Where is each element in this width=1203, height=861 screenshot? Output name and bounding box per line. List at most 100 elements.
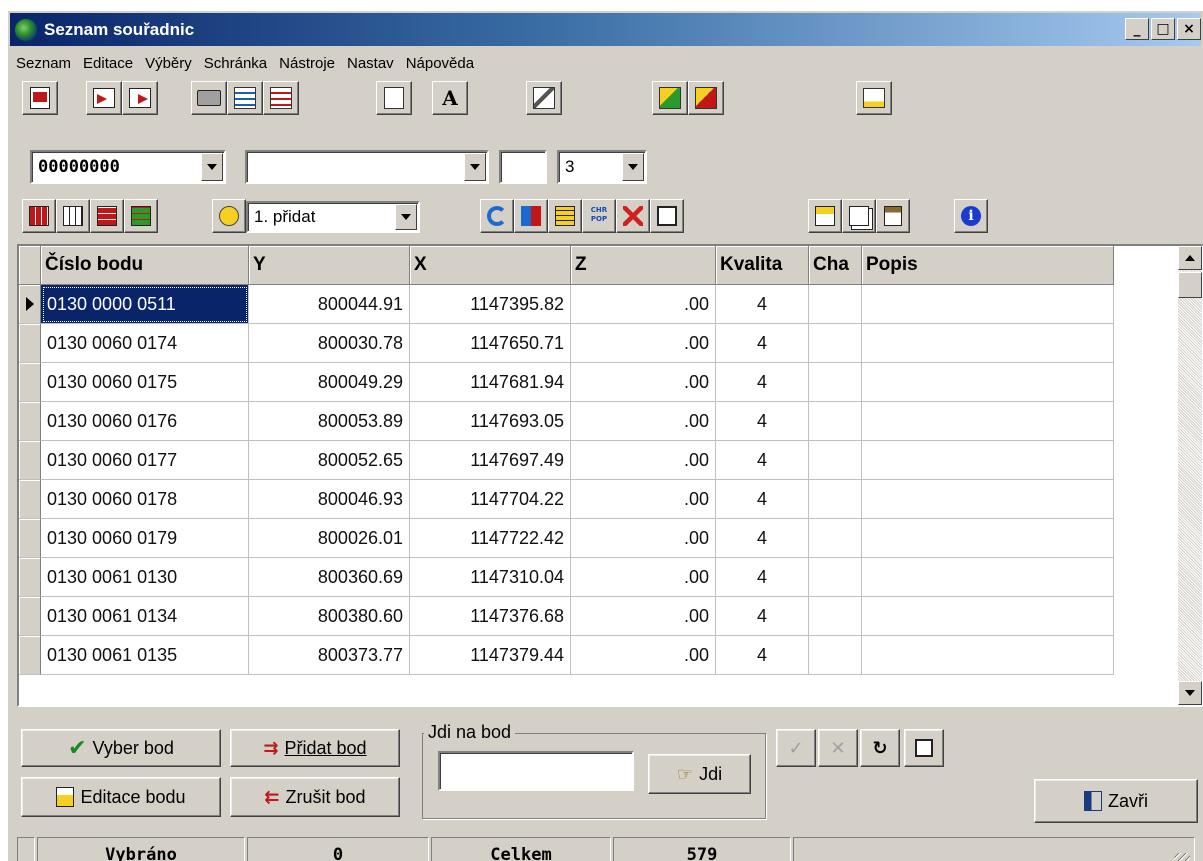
cell-x[interactable]: 1147379.44: [410, 636, 571, 675]
cell-cislo-bodu[interactable]: 0130 0061 0135: [41, 636, 249, 675]
cell-cislo-bodu[interactable]: 0130 0060 0179: [41, 519, 249, 558]
cell-x[interactable]: 1147310.04: [410, 558, 571, 597]
row-indicator[interactable]: [19, 324, 41, 363]
col-header-x[interactable]: X: [410, 246, 571, 285]
cell-y[interactable]: 800044.91: [249, 285, 410, 324]
tools-button[interactable]: [526, 81, 562, 115]
count-button[interactable]: [650, 199, 684, 233]
menu-napoveda[interactable]: Nápověda: [400, 55, 480, 72]
cell-z[interactable]: .00: [571, 480, 716, 519]
cell-y[interactable]: 800373.77: [249, 636, 410, 675]
vertical-scrollbar[interactable]: [1178, 246, 1202, 705]
resize-grip[interactable]: [1174, 853, 1190, 861]
cell-x[interactable]: 1147650.71: [410, 324, 571, 363]
cell-cha[interactable]: [809, 480, 862, 519]
info-button[interactable]: i: [954, 199, 988, 233]
cell-z[interactable]: .00: [571, 324, 716, 363]
copy-special-button[interactable]: [808, 199, 842, 233]
row-indicator[interactable]: [19, 285, 41, 324]
cell-z[interactable]: .00: [571, 558, 716, 597]
cell-y[interactable]: 800053.89: [249, 402, 410, 441]
row-indicator[interactable]: [19, 636, 41, 675]
quality-combo[interactable]: 3: [557, 150, 647, 184]
graph-button[interactable]: [856, 81, 892, 115]
mode-combo[interactable]: 1. přidat: [246, 201, 420, 233]
menu-vybery[interactable]: Výběry: [139, 55, 198, 72]
cell-cislo-bodu[interactable]: 0130 0000 0511: [41, 285, 249, 324]
cell-x[interactable]: 1147697.49: [410, 441, 571, 480]
col-header-cislo-bodu[interactable]: Číslo bodu: [41, 246, 249, 285]
table-row[interactable]: 0130 0000 0511 800044.91 1147395.82.00 4: [19, 285, 1114, 324]
cell-z[interactable]: .00: [571, 597, 716, 636]
sort-up-button[interactable]: [227, 81, 263, 115]
paste-button[interactable]: [876, 199, 910, 233]
title-bar[interactable]: Seznam souřadnic _ □ ×: [10, 13, 1201, 46]
cell-popis[interactable]: [862, 363, 1114, 402]
cell-x[interactable]: 1147376.68: [410, 597, 571, 636]
cell-cha[interactable]: [809, 285, 862, 324]
cell-y[interactable]: 800026.01: [249, 519, 410, 558]
point-number-combo[interactable]: 00000000: [30, 150, 226, 184]
col-header-kvalita[interactable]: Kvalita: [716, 246, 809, 285]
cell-cislo-bodu[interactable]: 0130 0060 0178: [41, 480, 249, 519]
copy-button[interactable]: [842, 199, 876, 233]
filter-combo[interactable]: [245, 150, 489, 184]
row-indicator[interactable]: [19, 597, 41, 636]
grid-view-4-button[interactable]: [124, 199, 158, 233]
close-button[interactable]: ×: [1177, 18, 1201, 40]
refresh-button[interactable]: [480, 199, 514, 233]
close-window-button[interactable]: Zavři: [1034, 779, 1198, 823]
cell-y[interactable]: 800052.65: [249, 441, 410, 480]
row-indicator[interactable]: [19, 558, 41, 597]
minimize-button[interactable]: _: [1125, 18, 1149, 40]
scroll-up-button[interactable]: [1178, 246, 1202, 270]
cell-popis[interactable]: [862, 324, 1114, 363]
cell-cha[interactable]: [809, 558, 862, 597]
cell-z[interactable]: .00: [571, 441, 716, 480]
points-grid[interactable]: Číslo bodu Y X Z Kvalita Cha Popis 0130 …: [17, 244, 1203, 707]
cell-z[interactable]: .00: [571, 519, 716, 558]
cancel-button[interactable]: ✕: [818, 729, 858, 767]
cell-kvalita[interactable]: 4: [716, 285, 809, 324]
import-button[interactable]: [86, 81, 122, 115]
cell-y[interactable]: 800360.69: [249, 558, 410, 597]
cell-x[interactable]: 1147722.42: [410, 519, 571, 558]
cell-cislo-bodu[interactable]: 0130 0060 0177: [41, 441, 249, 480]
menu-schranka[interactable]: Schránka: [198, 55, 273, 72]
cell-kvalita[interactable]: 4: [716, 519, 809, 558]
cell-z[interactable]: .00: [571, 363, 716, 402]
cell-cislo-bodu[interactable]: 0130 0061 0134: [41, 597, 249, 636]
add-point-button[interactable]: ⇉ Přidat bod: [230, 729, 400, 767]
filter-combo-dropdown[interactable]: [464, 153, 486, 181]
cell-cislo-bodu[interactable]: 0130 0061 0130: [41, 558, 249, 597]
cell-z[interactable]: .00: [571, 285, 716, 324]
font-button[interactable]: A: [432, 81, 468, 115]
table-row[interactable]: 0130 0060 0175 800049.29 1147681.94.00 4: [19, 363, 1114, 402]
cell-cha[interactable]: [809, 363, 862, 402]
table-edit-button[interactable]: [548, 199, 582, 233]
cell-popis[interactable]: [862, 519, 1114, 558]
cell-cha[interactable]: [809, 519, 862, 558]
cell-y[interactable]: 800380.60: [249, 597, 410, 636]
cell-cha[interactable]: [809, 636, 862, 675]
menu-nastroje[interactable]: Nástroje: [273, 55, 341, 72]
cell-x[interactable]: 1147704.22: [410, 480, 571, 519]
table-row[interactable]: 0130 0061 0130 800360.69 1147310.04.00 4: [19, 558, 1114, 597]
cell-y[interactable]: 800049.29: [249, 363, 410, 402]
cell-kvalita[interactable]: 4: [716, 597, 809, 636]
cell-popis[interactable]: [862, 558, 1114, 597]
print-button[interactable]: [191, 81, 227, 115]
grid-view-3-button[interactable]: [90, 199, 124, 233]
table-row[interactable]: 0130 0060 0174 800030.78 1147650.71.00 4: [19, 324, 1114, 363]
table-row[interactable]: 0130 0060 0178 800046.93 1147704.22.00 4: [19, 480, 1114, 519]
transfer-button[interactable]: [376, 81, 412, 115]
chart-button[interactable]: [652, 81, 688, 115]
cell-kvalita[interactable]: 4: [716, 636, 809, 675]
swap-button[interactable]: [514, 199, 548, 233]
menu-editace[interactable]: Editace: [77, 55, 139, 72]
row-indicator[interactable]: [19, 480, 41, 519]
cell-cislo-bodu[interactable]: 0130 0060 0174: [41, 324, 249, 363]
cell-popis[interactable]: [862, 636, 1114, 675]
cell-popis[interactable]: [862, 441, 1114, 480]
table-row[interactable]: 0130 0061 0134 800380.60 1147376.68.00 4: [19, 597, 1114, 636]
